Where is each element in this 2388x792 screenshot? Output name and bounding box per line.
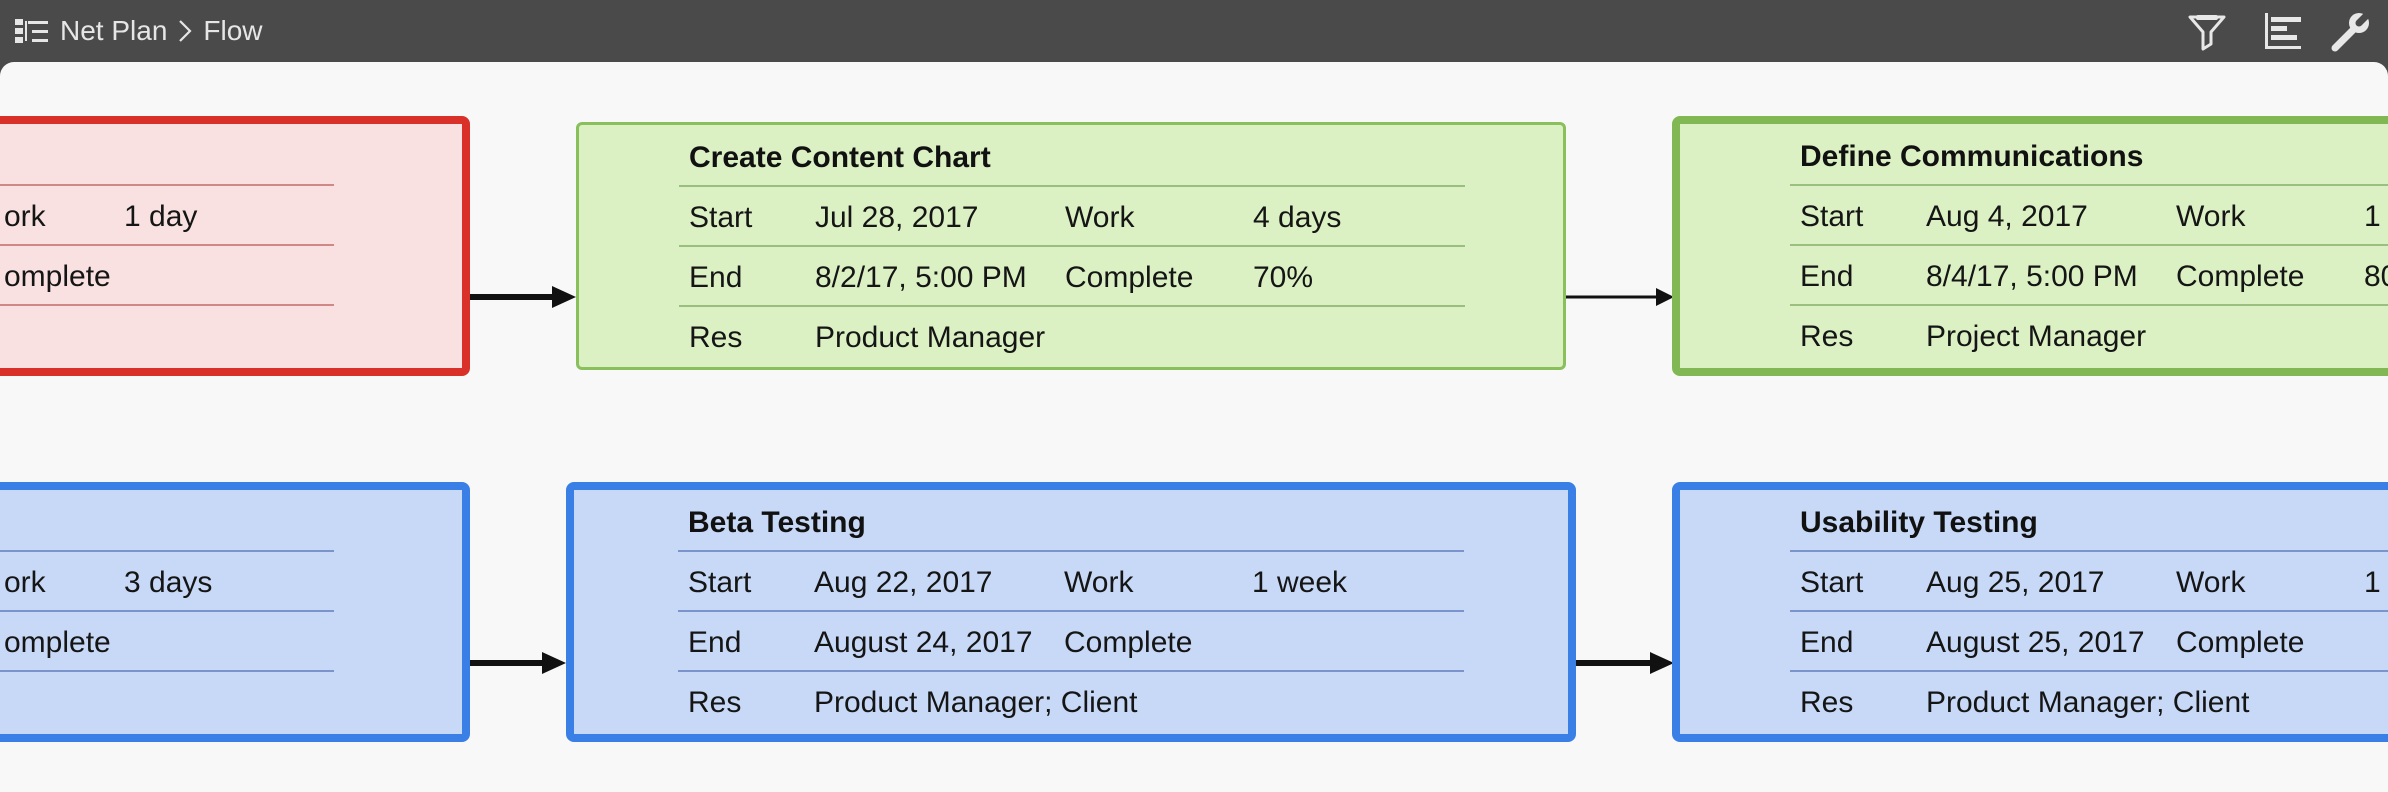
gantt-icon <box>2265 13 2301 49</box>
work-label: Work <box>1064 566 1134 599</box>
row-divider <box>678 550 1464 552</box>
resource-value: Product Manager; Client <box>814 686 1138 719</box>
complete-label: Complete <box>1065 261 1194 294</box>
work-label: ork <box>4 566 46 599</box>
work-value: 1 week <box>1252 566 1348 599</box>
end-value: August 25, 2017 <box>1926 626 2145 659</box>
resource-label: Res <box>1800 320 1854 353</box>
breadcrumb: Net Plan Flow <box>14 12 263 50</box>
task-node[interactable]: ork 3 days omplete <box>0 482 470 742</box>
resource-value: Product Manager <box>815 321 1046 354</box>
complete-value: 70% <box>1253 261 1314 294</box>
complete-label: Complete <box>1064 626 1193 659</box>
breadcrumb-current: Flow <box>203 15 263 46</box>
row-divider <box>0 670 334 672</box>
task-node-create-content-chart[interactable]: Create Content Chart Start Jul 28, 2017 … <box>576 122 1566 370</box>
outline-icon[interactable] <box>14 16 50 46</box>
complete-value: 80 <box>2364 260 2388 293</box>
resource-label: Res <box>689 321 743 354</box>
end-label: End <box>1800 260 1854 293</box>
complete-label: Complete <box>2176 626 2305 659</box>
start-value: Aug 4, 2017 <box>1926 200 2088 233</box>
start-value: Aug 25, 2017 <box>1926 566 2105 599</box>
inspector-button[interactable] <box>2328 6 2376 54</box>
start-label: Start <box>688 566 752 599</box>
task-node-critical[interactable]: ork 1 day omplete <box>0 116 470 376</box>
breadcrumb-root[interactable]: Net Plan <box>60 15 167 47</box>
work-value: 4 days <box>1253 201 1342 234</box>
wrench-icon <box>2331 6 2376 52</box>
row-divider <box>0 550 334 552</box>
filter-button[interactable] <box>2184 8 2230 54</box>
row-divider <box>1790 550 2388 552</box>
task-title: Usability Testing <box>1800 506 2038 539</box>
row-divider <box>679 245 1465 247</box>
start-value: Aug 22, 2017 <box>814 566 993 599</box>
resource-value: Product Manager; Client <box>1926 686 2250 719</box>
start-label: Start <box>689 201 753 234</box>
row-divider <box>0 184 334 186</box>
end-value: August 24, 2017 <box>814 626 1033 659</box>
resource-label: Res <box>1800 686 1854 719</box>
end-value: 8/2/17, 5:00 PM <box>815 261 1027 294</box>
task-node-usability-testing[interactable]: Usability Testing Start Aug 25, 2017 Wor… <box>1672 482 2388 742</box>
row-divider <box>678 610 1464 612</box>
end-label: End <box>689 261 743 294</box>
work-value: 3 days <box>124 566 213 599</box>
row-divider <box>1790 670 2388 672</box>
work-value: 1 day <box>124 200 198 233</box>
dependency-arrow[interactable] <box>464 282 578 312</box>
row-divider <box>1790 244 2388 246</box>
network-diagram-canvas[interactable]: ork 1 day omplete Create Content Chart S… <box>0 62 2388 792</box>
row-divider <box>1790 184 2388 186</box>
complete-label: omplete <box>4 260 111 293</box>
end-value: 8/4/17, 5:00 PM <box>1926 260 2138 293</box>
filter-icon <box>2188 15 2226 51</box>
work-value: 1 d <box>2364 566 2388 599</box>
row-divider <box>1790 610 2388 612</box>
complete-label: Complete <box>2176 260 2305 293</box>
row-divider <box>1790 304 2388 306</box>
end-label: End <box>688 626 742 659</box>
start-value: Jul 28, 2017 <box>815 201 979 234</box>
row-divider <box>0 610 334 612</box>
resource-label: Res <box>688 686 742 719</box>
end-label: End <box>1800 626 1854 659</box>
dependency-arrow[interactable] <box>1572 648 1676 678</box>
task-title: Define Communications <box>1800 140 2144 173</box>
work-label: Work <box>1065 201 1135 234</box>
task-node-define-communications[interactable]: Define Communications Start Aug 4, 2017 … <box>1672 116 2388 376</box>
row-divider <box>678 670 1464 672</box>
work-value: 1 d <box>2364 200 2388 233</box>
gantt-view-button[interactable] <box>2260 8 2306 54</box>
row-divider <box>0 244 334 246</box>
complete-label: omplete <box>4 626 111 659</box>
title-bar: Net Plan Flow <box>0 0 2388 62</box>
start-label: Start <box>1800 200 1864 233</box>
resource-value: Project Manager <box>1926 320 2147 353</box>
task-title: Beta Testing <box>688 506 866 539</box>
work-label: Work <box>2176 200 2246 233</box>
row-divider <box>679 305 1465 307</box>
work-label: ork <box>4 200 46 233</box>
chevron-right-icon <box>179 20 192 42</box>
dependency-arrow[interactable] <box>1564 284 1676 310</box>
work-label: Work <box>2176 566 2246 599</box>
task-title: Create Content Chart <box>689 141 991 174</box>
task-node-beta-testing[interactable]: Beta Testing Start Aug 22, 2017 Work 1 w… <box>566 482 1576 742</box>
row-divider <box>0 304 334 306</box>
dependency-arrow[interactable] <box>464 648 568 678</box>
start-label: Start <box>1800 566 1864 599</box>
row-divider <box>679 185 1465 187</box>
